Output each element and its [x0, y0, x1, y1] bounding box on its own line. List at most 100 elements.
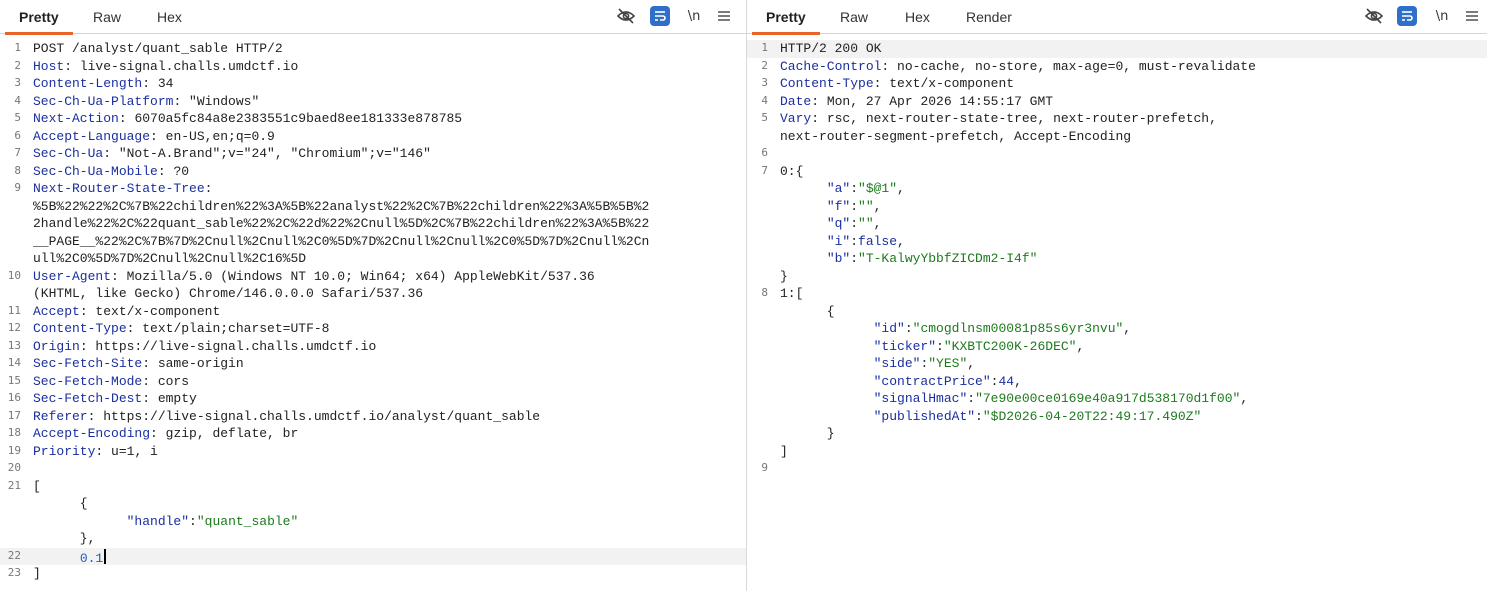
- code-content: ]: [33, 566, 41, 581]
- code-line: 8 Sec-Ch-Ua-Mobile: ?0: [0, 163, 746, 181]
- code-line: 1 POST /analyst/quant_sable HTTP/2: [0, 40, 746, 58]
- line-number: 21: [7, 478, 21, 492]
- line-number: 23: [7, 566, 21, 579]
- line-number: 5: [761, 111, 768, 124]
- code-text: User-Agent: Mozilla/5.0 (Windows NT 10.0…: [33, 268, 595, 284]
- tab-hex[interactable]: Hex: [157, 0, 182, 34]
- header-name: Content-Type: [33, 321, 127, 336]
- header-name: Vary: [780, 111, 812, 126]
- tab-pretty[interactable]: Pretty: [752, 0, 820, 35]
- word-wrap-icon[interactable]: [1397, 6, 1417, 26]
- response-tabbar: Pretty Raw Hex Render \n: [747, 0, 1487, 35]
- menu-icon[interactable]: [1464, 5, 1480, 27]
- header-name: Next-Action: [33, 111, 119, 126]
- line-number: 3: [761, 76, 768, 89]
- code-content: https://live-signal.challs.umdctf.io: [87, 338, 377, 354]
- json-string: "quant_sable": [196, 513, 299, 529]
- line-number: 17: [7, 408, 21, 422]
- code-text: Priority: u=1, i: [33, 443, 158, 459]
- header-name: Sec-Ch-Ua-Mobile: [33, 163, 158, 179]
- punctuation: ,: [1076, 338, 1085, 354]
- line-number: 12: [7, 321, 21, 334]
- code-content: 6070a5fc84a8e2383551c9baed8ee181333e8787…: [126, 111, 463, 126]
- code-text: __PAGE__%22%2C%7B%7D%2Cnull%2Cnull%2C0%5…: [33, 234, 649, 249]
- code-content: HTTP/2 200 OK: [780, 41, 882, 56]
- punctuation: ,: [1123, 321, 1132, 336]
- code-text: "f":"",: [780, 198, 882, 214]
- tab-raw[interactable]: Raw: [93, 0, 121, 34]
- code-text: "ticker":"KXBTC200K-26DEC",: [780, 338, 1085, 354]
- code-text: Referer: https://live-signal.challs.umdc…: [33, 408, 541, 424]
- word-wrap-icon[interactable]: [650, 6, 670, 26]
- request-pane: Pretty Raw Hex \n 1 POST /analyst/quant_s…: [0, 0, 746, 591]
- code-content: 1:[: [780, 286, 804, 301]
- tab-hex[interactable]: Hex: [905, 0, 930, 34]
- code-content: ?0: [165, 163, 190, 179]
- json-key: "b": [826, 251, 851, 266]
- code-line: "f":"",: [747, 198, 1487, 216]
- hide-icon[interactable]: [1363, 5, 1385, 27]
- code-line: 4 Sec-Ch-Ua-Platform: "Windows": [0, 93, 746, 111]
- code-text: "i":false,: [780, 234, 905, 249]
- tab-render[interactable]: Render: [966, 0, 1012, 34]
- code-content: Mozilla/5.0 (Windows NT 10.0; Win64; x64…: [118, 268, 595, 284]
- code-content: "Not-A.Brand";v="24", "Chromium";v="146": [111, 146, 431, 161]
- code-text: Next-Action: 6070a5fc84a8e2383551c9baed8…: [33, 111, 463, 126]
- hide-icon[interactable]: [615, 5, 637, 27]
- line-number: 2: [761, 58, 768, 72]
- code-content: next-router-segment-prefetch, Accept-Enc…: [780, 128, 1132, 144]
- json-key: "f": [826, 198, 851, 214]
- code-text: Origin: https://live-signal.challs.umdct…: [33, 338, 377, 354]
- code-content: cors: [150, 373, 190, 389]
- newline-toggle[interactable]: \n: [684, 5, 704, 27]
- code-text: "side":"YES",: [780, 356, 975, 371]
- code-text: Sec-Ch-Ua: "Not-A.Brand";v="24", "Chromi…: [33, 146, 431, 161]
- code-line: 3 Content-Length: 34: [0, 75, 746, 93]
- code-text: }: [780, 426, 835, 441]
- header-name: Referer: [33, 408, 88, 424]
- json-key: "side": [873, 356, 921, 371]
- json-key: "ticker": [873, 338, 937, 354]
- code-line: 5 Next-Action: 6070a5fc84a8e2383551c9baed…: [0, 110, 746, 128]
- code-line: 20: [0, 460, 746, 478]
- json-key: "signalHmac": [873, 391, 968, 406]
- line-number: 6: [761, 146, 768, 159]
- header-name: Next-Router-State-Tree: [33, 181, 205, 196]
- request-tabbar: Pretty Raw Hex \n: [0, 0, 746, 35]
- code-text: Cache-Control: no-cache, no-store, max-a…: [780, 58, 1256, 74]
- code-text: {: [780, 304, 835, 319]
- header-name: Host: [33, 58, 65, 74]
- header-name: Cache-Control: [780, 58, 882, 74]
- response-editor[interactable]: 1 HTTP/2 200 OK 2 Cache-Control: no-cache, …: [747, 40, 1487, 591]
- code-text: %5B%22%22%2C%7B%22children%22%3A%5B%22an…: [33, 199, 649, 214]
- code-content: POST /analyst/quant_sable HTTP/2: [33, 41, 283, 56]
- code-content: (KHTML, like Gecko) Chrome/146.0.0.0 Saf…: [33, 286, 424, 301]
- tab-raw[interactable]: Raw: [840, 0, 868, 34]
- code-text: },: [33, 531, 96, 546]
- code-line: 21 [: [0, 478, 746, 496]
- line-number: 15: [7, 373, 21, 387]
- code-line: 13 Origin: https://live-signal.challs.umd…: [0, 338, 746, 356]
- code-line: ull%2C0%5D%7D%2Cnull%2Cnull%2C16%5D: [0, 250, 746, 268]
- code-content: [33, 551, 80, 566]
- code-text: Next-Router-State-Tree:: [33, 181, 213, 196]
- code-content: [780, 199, 827, 214]
- newline-toggle[interactable]: \n: [1432, 5, 1452, 27]
- code-text: Host: live-signal.challs.umdctf.io: [33, 58, 299, 74]
- header-name: User-Agent: [33, 268, 112, 284]
- menu-icon[interactable]: [716, 5, 732, 27]
- code-content: u=1, i: [103, 443, 158, 459]
- code-content: "Windows": [181, 93, 260, 109]
- line-number: 4: [14, 93, 21, 107]
- code-content: gzip, deflate, br: [157, 426, 299, 441]
- tab-pretty[interactable]: Pretty: [5, 0, 73, 35]
- code-line: 5 Vary: rsc, next-router-state-tree, next…: [747, 110, 1487, 128]
- code-line: "side":"YES",: [747, 355, 1487, 373]
- code-content: }: [780, 426, 835, 441]
- json-string: "": [858, 198, 874, 214]
- code-text: Accept-Encoding: gzip, deflate, br: [33, 426, 299, 441]
- code-line: "ticker":"KXBTC200K-26DEC",: [747, 338, 1487, 356]
- header-name: Date: [780, 93, 812, 109]
- request-editor[interactable]: 1 POST /analyst/quant_sable HTTP/2 2 Host: …: [0, 40, 746, 591]
- code-text: POST /analyst/quant_sable HTTP/2: [33, 41, 283, 56]
